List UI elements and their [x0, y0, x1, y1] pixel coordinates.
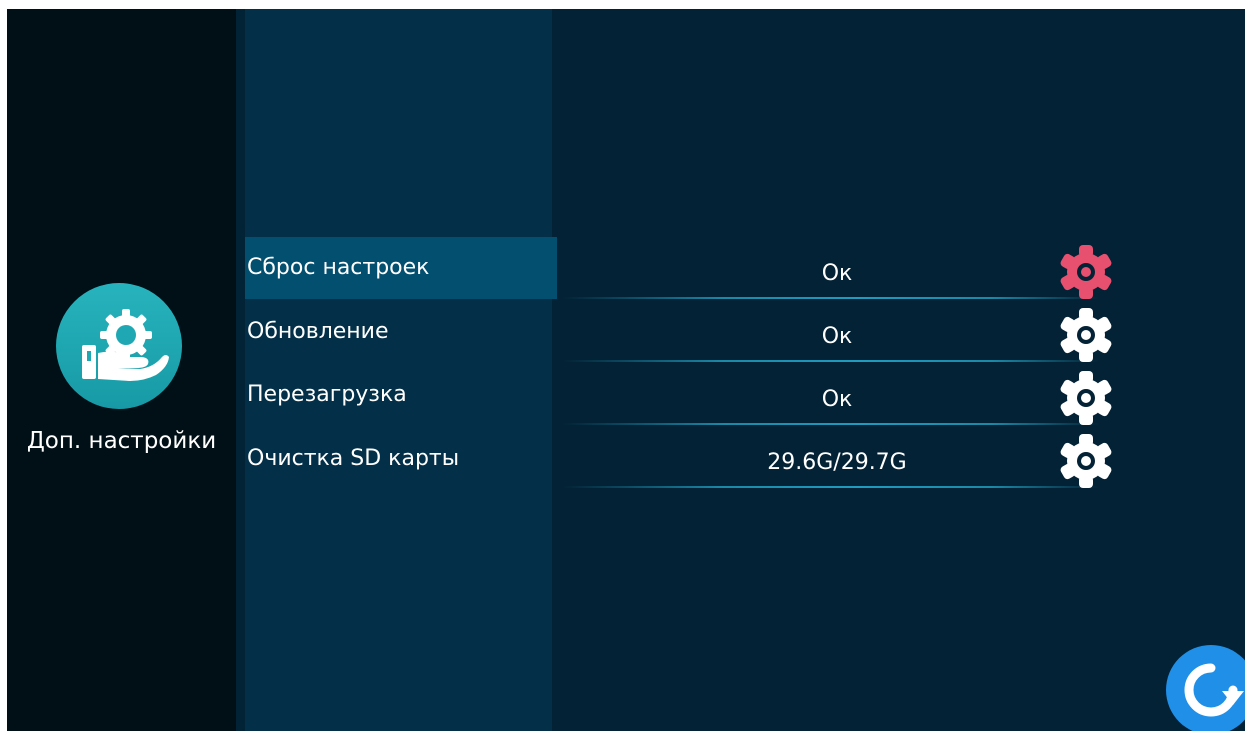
sd-card-usage-value: 29.6G/29.7G [767, 450, 907, 475]
sd-clear-gear-icon[interactable] [1058, 433, 1114, 489]
menu-item-reboot[interactable]: Перезагрузка [245, 364, 557, 426]
row-divider [563, 423, 1099, 425]
sidebar-divider [236, 9, 245, 731]
settings-screen: Доп. настройки Сброс настроек Ок Обновле… [7, 9, 1245, 731]
update-gear-icon[interactable] [1058, 307, 1114, 363]
row-divider [563, 486, 1099, 488]
reset-settings-value[interactable]: Ок [707, 243, 967, 305]
refresh-icon [1184, 663, 1244, 717]
refresh-button[interactable] [1166, 645, 1245, 731]
row-divider [563, 360, 1099, 362]
hand-gear-icon [56, 283, 182, 409]
menu-item-reset-settings[interactable]: Сброс настроек [245, 237, 557, 299]
reboot-value[interactable]: Ок [707, 369, 967, 431]
reset-settings-gear-icon[interactable] [1058, 244, 1114, 300]
reboot-gear-icon[interactable] [1058, 370, 1114, 426]
menu-item-sd-clear[interactable]: Очистка SD карты [245, 428, 557, 490]
menu-item-update[interactable]: Обновление [245, 301, 557, 363]
sidebar-title: Доп. настройки [26, 428, 217, 454]
update-value[interactable]: Ок [707, 306, 967, 368]
row-divider [563, 297, 1099, 299]
